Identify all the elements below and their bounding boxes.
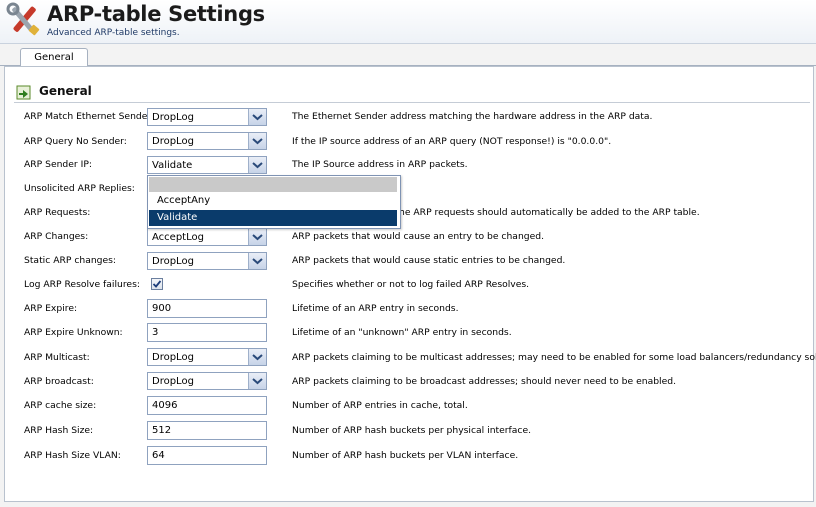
select-value: DropLog bbox=[152, 256, 194, 267]
select-value: DropLog bbox=[152, 352, 194, 363]
select-arp-match-ethernet-sender[interactable]: DropLog bbox=[147, 108, 267, 126]
label-arp-query-no-sender: ARP Query No Sender: bbox=[24, 136, 127, 147]
chevron-down-icon[interactable] bbox=[248, 253, 266, 269]
checkbox-log-arp-resolve-failures[interactable] bbox=[151, 278, 163, 290]
desc-log-arp-resolve-failures: Specifies whether or not to log failed A… bbox=[292, 279, 530, 290]
section-title: General bbox=[39, 84, 92, 98]
checkmark-icon bbox=[152, 280, 162, 288]
label-static-arp-changes: Static ARP changes: bbox=[24, 255, 117, 266]
label-arp-hash-size-vlan: ARP Hash Size VLAN: bbox=[24, 450, 121, 461]
label-arp-cache-size: ARP cache size: bbox=[24, 400, 97, 411]
label-arp-sender-ip: ARP Sender IP: bbox=[24, 159, 92, 170]
label-arp-match-ethernet-sender: ARP Match Ethernet Sender: bbox=[24, 111, 155, 122]
chevron-down-icon[interactable] bbox=[248, 349, 266, 365]
select-arp-sender-ip[interactable]: Validate bbox=[147, 156, 267, 174]
select-value: DropLog bbox=[152, 136, 194, 147]
input-value: 3 bbox=[152, 327, 159, 338]
label-arp-multicast: ARP Multicast: bbox=[24, 352, 90, 363]
input-arp-hash-size-vlan[interactable]: 64 bbox=[147, 446, 267, 465]
input-arp-cache-size[interactable]: 4096 bbox=[147, 396, 267, 415]
desc-arp-cache-size: Number of ARP entries in cache, total. bbox=[292, 400, 468, 411]
label-arp-hash-size: ARP Hash Size: bbox=[24, 425, 94, 436]
input-value: 512 bbox=[152, 425, 172, 436]
label-arp-broadcast: ARP broadcast: bbox=[24, 376, 94, 387]
label-log-arp-resolve-failures: Log ARP Resolve failures: bbox=[24, 279, 140, 290]
desc-arp-changes: ARP packets that would cause an entry to… bbox=[292, 231, 545, 242]
label-arp-requests: ARP Requests: bbox=[24, 207, 91, 218]
desc-arp-broadcast: ARP packets claiming to be broadcast add… bbox=[292, 376, 676, 387]
tools-icon bbox=[6, 2, 40, 36]
label-arp-expire-unknown: ARP Expire Unknown: bbox=[24, 327, 123, 338]
desc-arp-expire-unknown: Lifetime of an "unknown" ARP entry in se… bbox=[292, 327, 512, 338]
input-arp-expire[interactable]: 900 bbox=[147, 299, 267, 318]
input-value: 900 bbox=[152, 303, 172, 314]
desc-arp-hash-size: Number of ARP hash buckets per physical … bbox=[292, 425, 532, 436]
select-arp-broadcast[interactable]: DropLog bbox=[147, 372, 267, 390]
settings-section-icon bbox=[16, 85, 31, 100]
tab-bar: General bbox=[0, 44, 816, 66]
section-divider bbox=[14, 102, 810, 103]
input-value: 4096 bbox=[152, 400, 178, 411]
input-arp-expire-unknown[interactable]: 3 bbox=[147, 323, 267, 342]
chevron-down-icon[interactable] bbox=[248, 229, 266, 245]
select-value: Validate bbox=[152, 160, 193, 171]
chevron-down-icon[interactable] bbox=[248, 109, 266, 125]
label-arp-changes: ARP Changes: bbox=[24, 231, 89, 242]
dropdown-option-blank[interactable] bbox=[149, 177, 397, 192]
dropdown-list-arp-sender-ip: AcceptAny Validate bbox=[147, 175, 401, 229]
label-unsolicited-arp-replies: Unsolicited ARP Replies: bbox=[24, 183, 135, 194]
page-title: ARP-table Settings bbox=[47, 2, 265, 26]
page-header: ARP-table Settings Advanced ARP-table se… bbox=[0, 0, 816, 44]
tab-general[interactable]: General bbox=[20, 48, 88, 66]
select-value: AcceptLog bbox=[152, 232, 204, 243]
desc-arp-expire: Lifetime of an ARP entry in seconds. bbox=[292, 303, 459, 314]
desc-arp-hash-size-vlan: Number of ARP hash buckets per VLAN inte… bbox=[292, 450, 519, 461]
chevron-down-icon[interactable] bbox=[248, 133, 266, 149]
select-arp-query-no-sender[interactable]: DropLog bbox=[147, 132, 267, 150]
input-value: 64 bbox=[152, 450, 165, 461]
desc-static-arp-changes: ARP packets that would cause static entr… bbox=[292, 255, 566, 266]
select-arp-multicast[interactable]: DropLog bbox=[147, 348, 267, 366]
desc-arp-requests: he ARP requests should automatically be … bbox=[399, 207, 700, 218]
chevron-down-icon[interactable] bbox=[248, 157, 266, 173]
dropdown-option-acceptany[interactable]: AcceptAny bbox=[149, 193, 397, 209]
select-value: DropLog bbox=[152, 376, 194, 387]
select-value: DropLog bbox=[152, 112, 194, 123]
desc-arp-query-no-sender: If the IP source address of an ARP query… bbox=[292, 136, 612, 147]
dropdown-option-validate[interactable]: Validate bbox=[149, 210, 397, 226]
select-arp-changes[interactable]: AcceptLog bbox=[147, 228, 267, 246]
select-static-arp-changes[interactable]: DropLog bbox=[147, 252, 267, 270]
input-arp-hash-size[interactable]: 512 bbox=[147, 421, 267, 440]
desc-arp-sender-ip: The IP Source address in ARP packets. bbox=[292, 159, 468, 170]
page-subtitle: Advanced ARP-table settings. bbox=[47, 28, 180, 38]
label-arp-expire: ARP Expire: bbox=[24, 303, 78, 314]
desc-arp-match-ethernet-sender: The Ethernet Sender address matching the… bbox=[292, 111, 653, 122]
desc-arp-multicast: ARP packets claiming to be multicast add… bbox=[292, 352, 816, 363]
chevron-down-icon[interactable] bbox=[248, 373, 266, 389]
